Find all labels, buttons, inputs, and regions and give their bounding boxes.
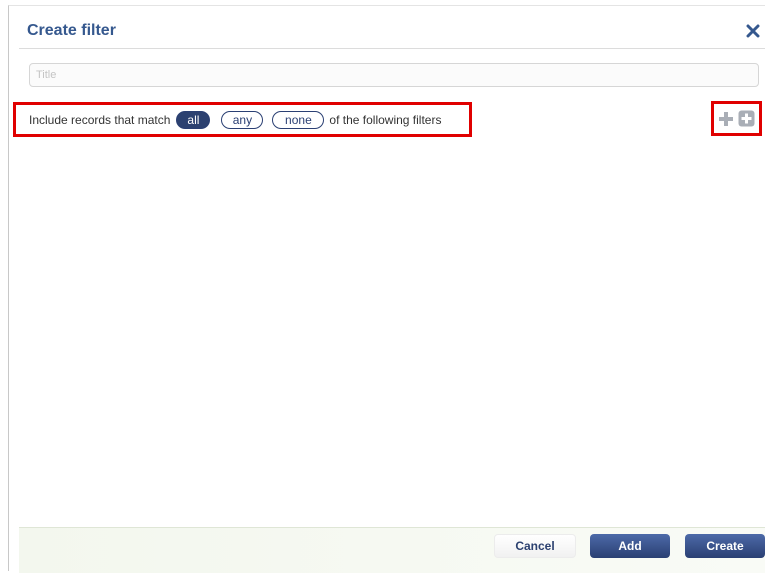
match-mode-selector: Include records that match all any none … [13,102,472,137]
match-all-option[interactable]: all [176,110,211,129]
create-button[interactable]: Create [685,534,765,558]
title-input[interactable] [29,63,759,87]
match-any-option[interactable]: any [221,110,264,129]
close-icon[interactable] [746,24,760,38]
plus-icon[interactable] [718,111,734,127]
add-button[interactable]: Add [590,534,670,558]
dialog-title: Create filter [27,22,116,39]
match-none-option[interactable]: none [272,110,325,129]
plus-square-icon[interactable] [738,110,755,127]
match-prefix-label: Include records that match [29,112,171,127]
add-controls [711,101,762,136]
match-suffix-label: of the following filters [329,112,442,127]
create-filter-dialog: Create filter Include records that match… [8,5,765,573]
header-divider [19,48,765,49]
cancel-button[interactable]: Cancel [494,534,576,558]
